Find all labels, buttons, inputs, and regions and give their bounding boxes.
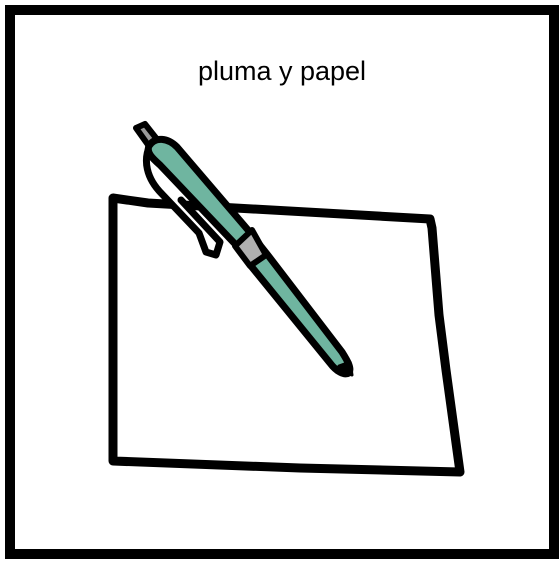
pen-and-paper-illustration	[108, 121, 465, 477]
paper-icon	[108, 193, 465, 477]
